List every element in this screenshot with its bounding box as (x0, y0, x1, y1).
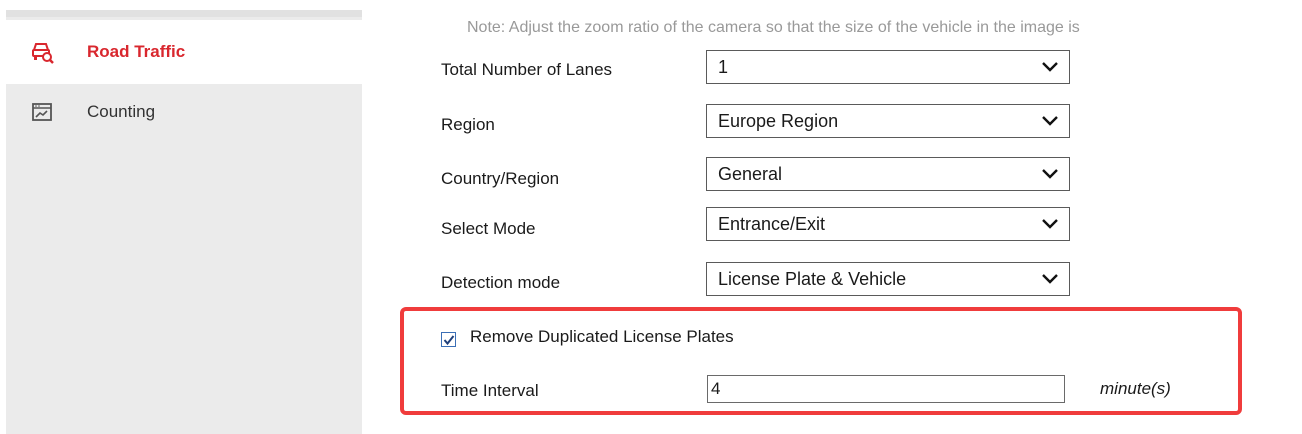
checkmark-icon (443, 335, 455, 346)
region-select[interactable]: Europe Region (706, 104, 1070, 138)
sidebar-item-road-traffic[interactable]: Road Traffic (6, 20, 362, 84)
chevron-down-icon (1042, 62, 1058, 72)
time-interval-label: Time Interval (441, 381, 539, 400)
zoom-note: Note: Adjust the zoom ratio of the camer… (467, 19, 1080, 36)
sidebar-top-bar (6, 10, 362, 17)
detection-mode-select[interactable]: License Plate & Vehicle (706, 262, 1070, 296)
counting-icon (30, 100, 54, 124)
country-region-value: General (718, 164, 783, 184)
remove-duplicates-checkbox[interactable] (441, 332, 456, 347)
region-value: Europe Region (718, 111, 839, 131)
detection-mode-label: Detection mode (441, 273, 561, 292)
total-lanes-value: 1 (718, 57, 729, 77)
select-mode-value: Entrance/Exit (718, 214, 826, 234)
time-interval-unit: minute(s) (1100, 379, 1171, 398)
total-lanes-label: Total Number of Lanes (441, 60, 613, 79)
sidebar-item-counting[interactable]: Counting (6, 84, 362, 140)
remove-duplicates-label: Remove Duplicated License Plates (470, 327, 734, 346)
chevron-down-icon (1042, 169, 1058, 179)
page: Road Traffic Counting Note: Adjust the z… (0, 0, 1302, 434)
sidebar-item-label: Road Traffic (87, 42, 186, 61)
road-traffic-icon (30, 40, 54, 64)
select-mode-select[interactable]: Entrance/Exit (706, 207, 1070, 241)
sidebar-item-label: Counting (87, 102, 156, 121)
country-region-select[interactable]: General (706, 157, 1070, 191)
time-interval-input[interactable] (707, 375, 1065, 403)
chevron-down-icon (1042, 274, 1058, 284)
select-mode-label: Select Mode (441, 219, 536, 238)
total-lanes-select[interactable]: 1 (706, 50, 1070, 84)
region-label: Region (441, 115, 495, 134)
chevron-down-icon (1042, 116, 1058, 126)
sidebar: Road Traffic Counting (6, 10, 362, 434)
chevron-down-icon (1042, 219, 1058, 229)
detection-mode-value: License Plate & Vehicle (718, 269, 907, 289)
country-region-label: Country/Region (441, 169, 560, 188)
